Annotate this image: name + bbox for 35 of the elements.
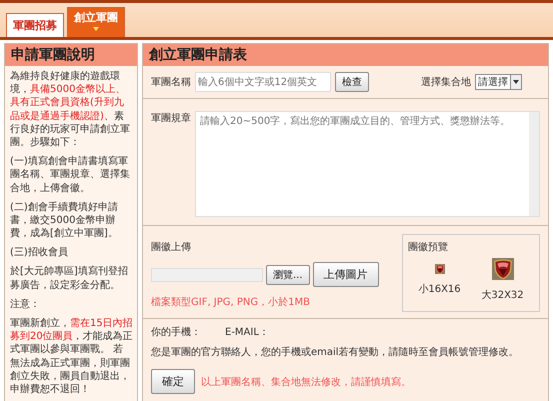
check-button[interactable]: 檢查 <box>335 72 369 92</box>
caret-icon <box>93 27 99 31</box>
preview-title: 團徽預覽 <box>408 241 449 254</box>
shield-icon <box>434 264 444 274</box>
instruction-paragraph: (一)填寫創會申請書填寫軍團名稱、軍團規章、選擇集合地，上傳會徽。 <box>10 155 131 195</box>
confirm-note: 以上軍團名稱、集合地無法修改，請謹慎填寫。 <box>201 376 411 388</box>
contact-note: 您是軍團的官方聯絡人，您的手機或email若有變動，請隨時至會員帳號管理修改。 <box>151 346 520 359</box>
confirm-button[interactable]: 確定 <box>151 369 195 394</box>
email-label: E-MAIL： <box>225 326 269 339</box>
location-dropdown[interactable]: 請選擇 <box>475 74 522 90</box>
rules-label: 軍團規章 <box>151 112 191 125</box>
name-field[interactable]: 輸入6個中文字或12個英文 <box>195 72 331 92</box>
name-label: 軍團名稱 <box>151 76 191 89</box>
small-size-label: 小16X16 <box>418 282 461 296</box>
browse-button[interactable]: 瀏覽... <box>266 264 310 284</box>
rules-field[interactable]: 請輸入20~500字，寫出您的軍團成立目的、管理方式、獎懲辦法等。 <box>195 111 540 217</box>
instruction-paragraph: (三)招收會員 <box>10 246 69 260</box>
tab[interactable]: 軍團招募 <box>6 13 64 37</box>
scrollbar[interactable] <box>529 112 539 216</box>
upload-hint: 檔案類型GIF, JPG, PNG，小於1MB <box>151 296 312 309</box>
instruction-paragraph: 於[大元帥專區]填寫刊登招募廣告，設定彩金分配。 <box>10 265 129 292</box>
caret-icon <box>511 79 521 85</box>
form-title: 創立軍團申請表 <box>143 44 548 66</box>
instruction-paragraph: 軍團新創立，需在15日內招募到20位團員，才能成為正式軍團以參與軍團戰。 若無法成為正式軍團，則軍團創立失敗，團員自動退出，申辦費恕不退回！ <box>10 317 133 396</box>
sidebar-title: 申請軍團說明 <box>5 44 137 66</box>
phone-label: 你的手機： <box>151 326 201 339</box>
upload-button[interactable]: 上傳圖片 <box>312 262 379 287</box>
large-size-label: 大32X32 <box>481 288 524 302</box>
location-label: 選擇集合地 <box>421 76 471 89</box>
instruction-paragraph: (二)創會手續費填好申請書，繳交5000金幣申辦費，成為[創立中軍團]。 <box>10 200 119 240</box>
instruction-paragraph: 為維持良好健康的遊戲環境，具備5000金幣以上、具有正式會員資格(升到九品或是通過手機認證)、素行良好的玩家可申請創立軍團。步驟如下： <box>10 70 131 150</box>
file-field[interactable] <box>151 268 263 282</box>
upload-label: 團徽上傳 <box>151 240 192 254</box>
shield-icon <box>492 258 514 280</box>
instruction-paragraph: 注意： <box>10 298 41 311</box>
